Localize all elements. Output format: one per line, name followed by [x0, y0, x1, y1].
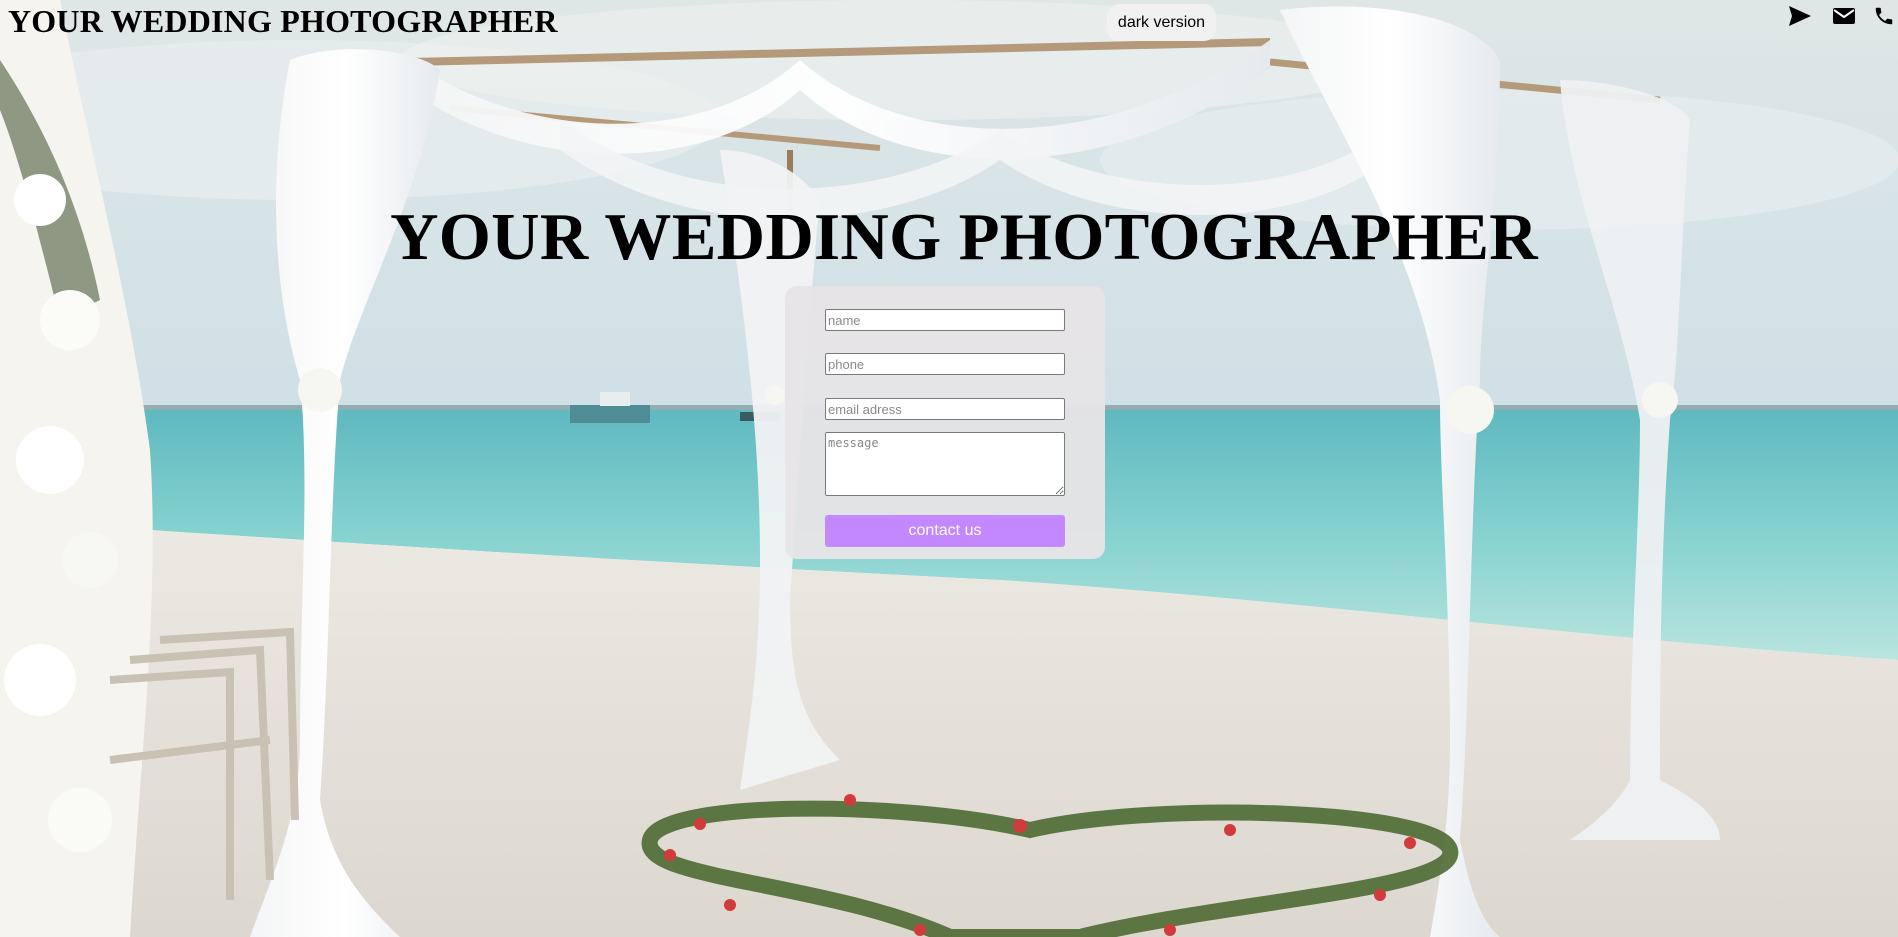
send-icon[interactable]: [1786, 2, 1814, 30]
name-input[interactable]: [825, 309, 1065, 331]
hero-title: YOUR WEDDING PHOTOGRAPHER: [390, 200, 1538, 274]
email-input[interactable]: [825, 398, 1065, 420]
phone-icon[interactable]: [1870, 2, 1898, 30]
mail-icon[interactable]: [1830, 2, 1858, 30]
site-title: YOUR WEDDING PHOTOGRAPHER: [8, 3, 558, 39]
contact-us-button[interactable]: contact us: [825, 515, 1065, 547]
dark-version-button[interactable]: dark version: [1107, 4, 1216, 41]
contact-icons: [1758, 2, 1898, 32]
contact-form: contact us: [785, 286, 1105, 559]
phone-input[interactable]: [825, 353, 1065, 375]
message-textarea[interactable]: [825, 432, 1065, 496]
